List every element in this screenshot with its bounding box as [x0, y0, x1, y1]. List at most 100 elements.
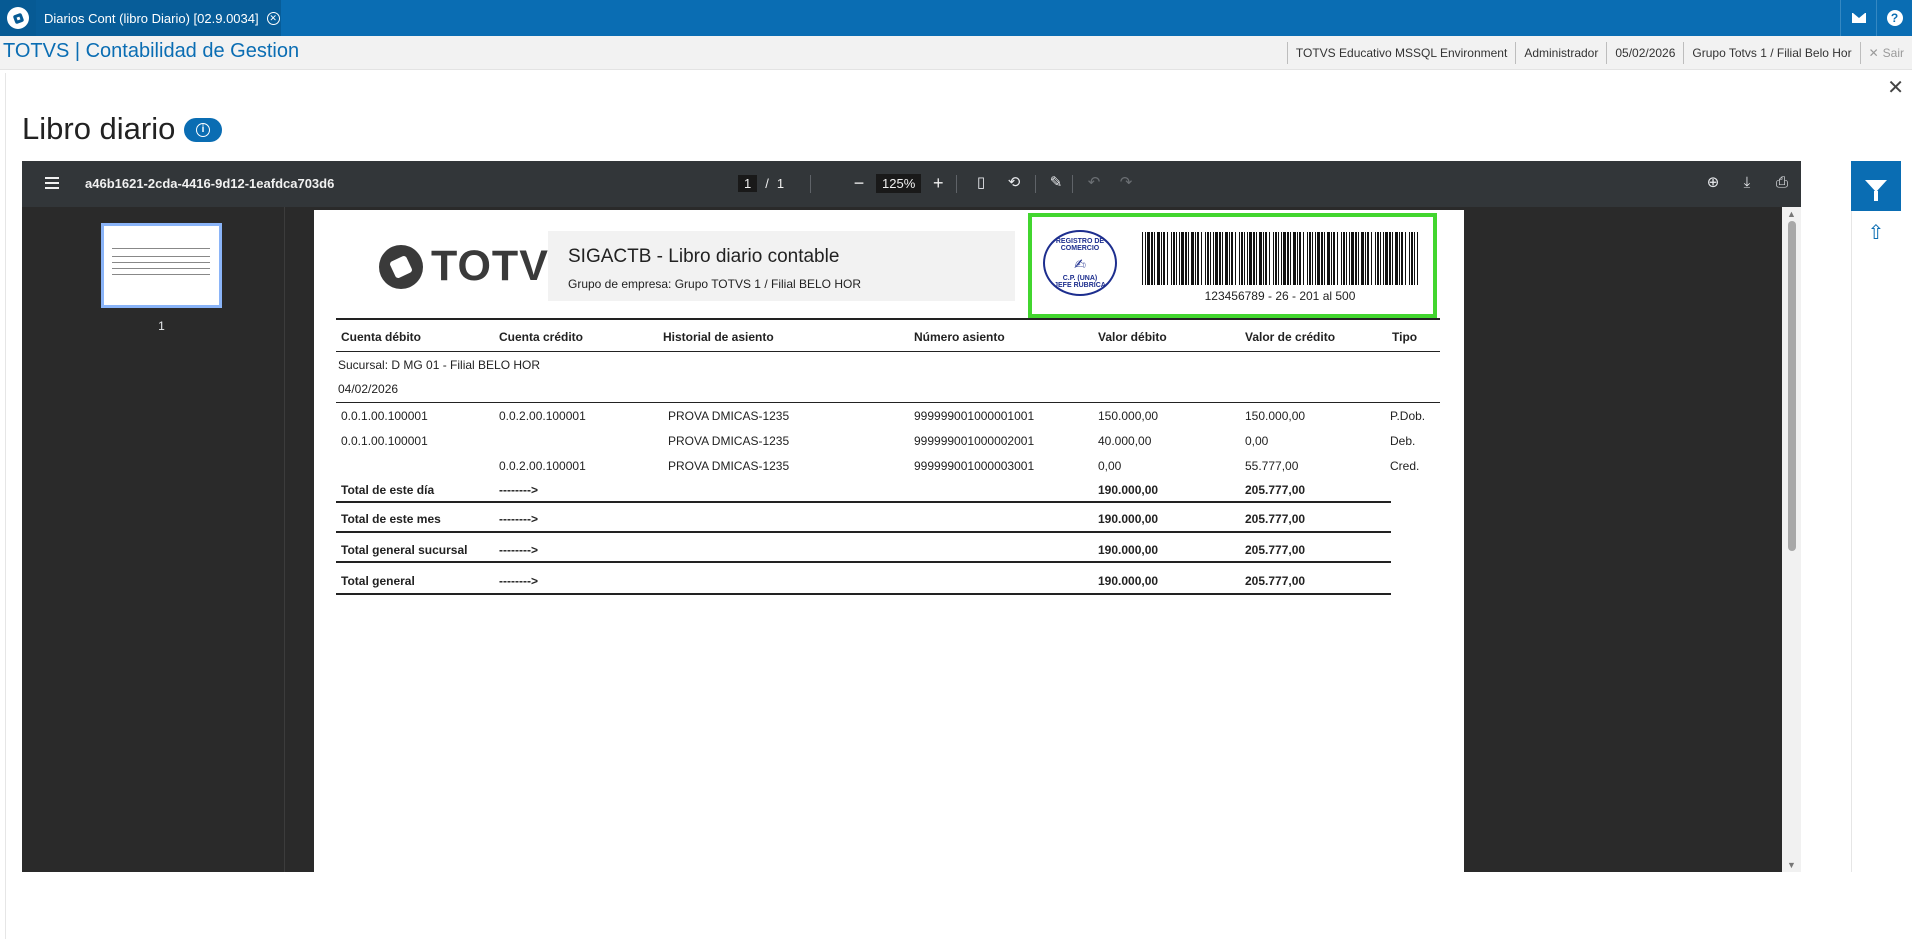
barcode-bar	[1365, 232, 1366, 285]
top-tab-bar: Diarios Cont (libro Diario) [02.9.0034] …	[0, 0, 1912, 36]
barcode-bar	[1142, 232, 1143, 285]
zoom-in-button[interactable]: +	[931, 173, 945, 194]
report-group: Grupo de empresa: Grupo TOTVS 1 / Filial…	[568, 277, 862, 291]
page-input[interactable]: 1	[738, 175, 758, 192]
info-icon: i	[196, 123, 210, 137]
entry-history: PROVA DMICAS-1235	[668, 459, 790, 473]
barcode-bar	[1225, 232, 1228, 285]
barcode-bar	[1173, 232, 1175, 285]
info-button[interactable]: i	[184, 118, 222, 142]
zoom-out-button[interactable]: −	[852, 173, 866, 194]
seal-bottom-text: JEFE RUBRICA	[1054, 282, 1106, 289]
barcode-bar	[1253, 232, 1255, 285]
side-action-panel	[1851, 161, 1912, 872]
annotate-icon[interactable]: ✎	[1047, 174, 1065, 192]
barcode-bar	[1287, 232, 1289, 285]
barcode-bar	[1176, 232, 1177, 285]
barcode-bar	[1195, 232, 1196, 285]
tab-libro-diario[interactable]: Diarios Cont (libro Diario) [02.9.0034] …	[36, 0, 281, 36]
rotate-icon[interactable]: ⟲	[1005, 174, 1023, 192]
barcode-number: 123456789 - 26 - 201 al 500	[1204, 289, 1356, 303]
pdf-page: TOTVS SIGACTB - Libro diario contable Gr…	[314, 210, 1464, 872]
date-label: 05/02/2026	[1606, 42, 1683, 64]
help-button[interactable]: ?	[1876, 0, 1912, 36]
exit-button[interactable]: ✕ Sair	[1859, 42, 1912, 64]
barcode-bar	[1197, 232, 1199, 285]
fit-page-icon[interactable]: ▯	[972, 174, 990, 192]
barcode-bar	[1222, 232, 1223, 285]
redo-icon[interactable]: ↷	[1117, 174, 1135, 192]
barcode-bar	[1249, 232, 1252, 285]
registry-seal: REGISTRO DE COMERCIO ✍ C.P. (UNA) JEFE R…	[1043, 230, 1117, 296]
menu-icon[interactable]	[45, 177, 59, 192]
help-icon: ?	[1886, 10, 1903, 26]
thumbnail-line	[112, 248, 210, 249]
pdf-scrollbar[interactable]: ▲ ▼	[1782, 207, 1801, 872]
barcode-bar	[1341, 232, 1342, 285]
download-icon[interactable]: ⤓	[1738, 174, 1756, 192]
column-header: Historial de asiento	[663, 330, 774, 344]
group-label: Grupo Totvs 1 / Filial Belo Hor	[1683, 42, 1859, 64]
credit-account: 0.0.2.00.100001	[499, 459, 586, 473]
filter-button[interactable]	[1851, 161, 1901, 211]
barcode-bar	[1346, 232, 1347, 285]
barcode-bar	[1405, 232, 1406, 285]
total-rule	[336, 501, 1391, 503]
add-to-drive-icon[interactable]: ⊕	[1704, 174, 1722, 192]
branch-label: Sucursal: D MG 01 - Filial BELO HOR	[338, 358, 541, 372]
scroll-down-icon[interactable]: ▼	[1787, 860, 1796, 870]
barcode-bar	[1201, 232, 1202, 285]
debit-account: 0.0.1.00.100001	[341, 434, 428, 448]
total-debit: 190.000,00	[1098, 574, 1159, 588]
barcode-bar	[1185, 232, 1187, 285]
barcode-bar	[1265, 232, 1267, 285]
barcode-bar	[1241, 232, 1243, 285]
close-icon: ✕	[1868, 46, 1879, 60]
page-thumbnail[interactable]	[101, 223, 222, 308]
total-label: Total de este mes	[341, 512, 441, 526]
barcode-bar	[1331, 232, 1332, 285]
barcode-bar	[1383, 232, 1384, 285]
barcode-bar	[1269, 232, 1270, 285]
scroll-thumb[interactable]	[1788, 221, 1796, 551]
barcode-bar	[1179, 232, 1180, 285]
total-credit: 205.777,00	[1245, 574, 1306, 588]
document-name: a46b1621-2cda-4416-9d12-1eafdca703d6	[85, 176, 335, 191]
status-bar: TOTVS Educativo MSSQL Environment Admini…	[1286, 42, 1912, 64]
mail-button[interactable]	[1840, 0, 1876, 36]
total-credit: 205.777,00	[1245, 483, 1306, 497]
barcode-bar	[1392, 232, 1393, 285]
barcode-bar	[1333, 232, 1335, 285]
thumbnail-line	[112, 268, 210, 269]
thumbnail-line	[112, 256, 210, 257]
total-rule	[336, 593, 1391, 595]
credit-value: 150.000,00	[1245, 409, 1306, 423]
undo-icon[interactable]: ↶	[1085, 174, 1103, 192]
entry-number: 999999001000001001	[914, 409, 1035, 423]
scroll-up-icon[interactable]: ▲	[1787, 209, 1796, 219]
debit-account: 0.0.1.00.100001	[341, 409, 428, 423]
total-label: Total general sucursal	[341, 543, 468, 557]
barcode-bar	[1358, 232, 1359, 285]
exit-label: Sair	[1882, 46, 1904, 60]
barcode-bar	[1157, 232, 1160, 285]
barcode-bar	[1355, 232, 1357, 285]
toolbar-divider	[1072, 175, 1073, 193]
close-icon[interactable]: ✕	[266, 11, 280, 25]
totvs-logo-icon[interactable]	[0, 0, 36, 36]
barcode-bar	[1231, 232, 1233, 285]
barcode-bar	[1163, 232, 1165, 285]
barcode-bar	[1263, 232, 1264, 285]
barcode-bar	[1312, 232, 1313, 285]
debit-value: 40.000,00	[1098, 434, 1152, 448]
total-arrow: -------->	[499, 483, 538, 497]
barcode-bar	[1235, 232, 1236, 285]
close-icon[interactable]: ✕	[1887, 75, 1904, 100]
barcode	[1142, 232, 1418, 285]
libro-diario-dialog: ✕ Libro diario i a46b1621-2cda-4416-9d12…	[5, 73, 1912, 939]
print-icon[interactable]: ⎙	[1773, 174, 1791, 192]
page-total: 1	[776, 176, 785, 191]
upload-icon[interactable]: ⇧	[1865, 222, 1887, 244]
barcode-bar	[1337, 232, 1338, 285]
zoom-value[interactable]: 125%	[876, 174, 922, 193]
